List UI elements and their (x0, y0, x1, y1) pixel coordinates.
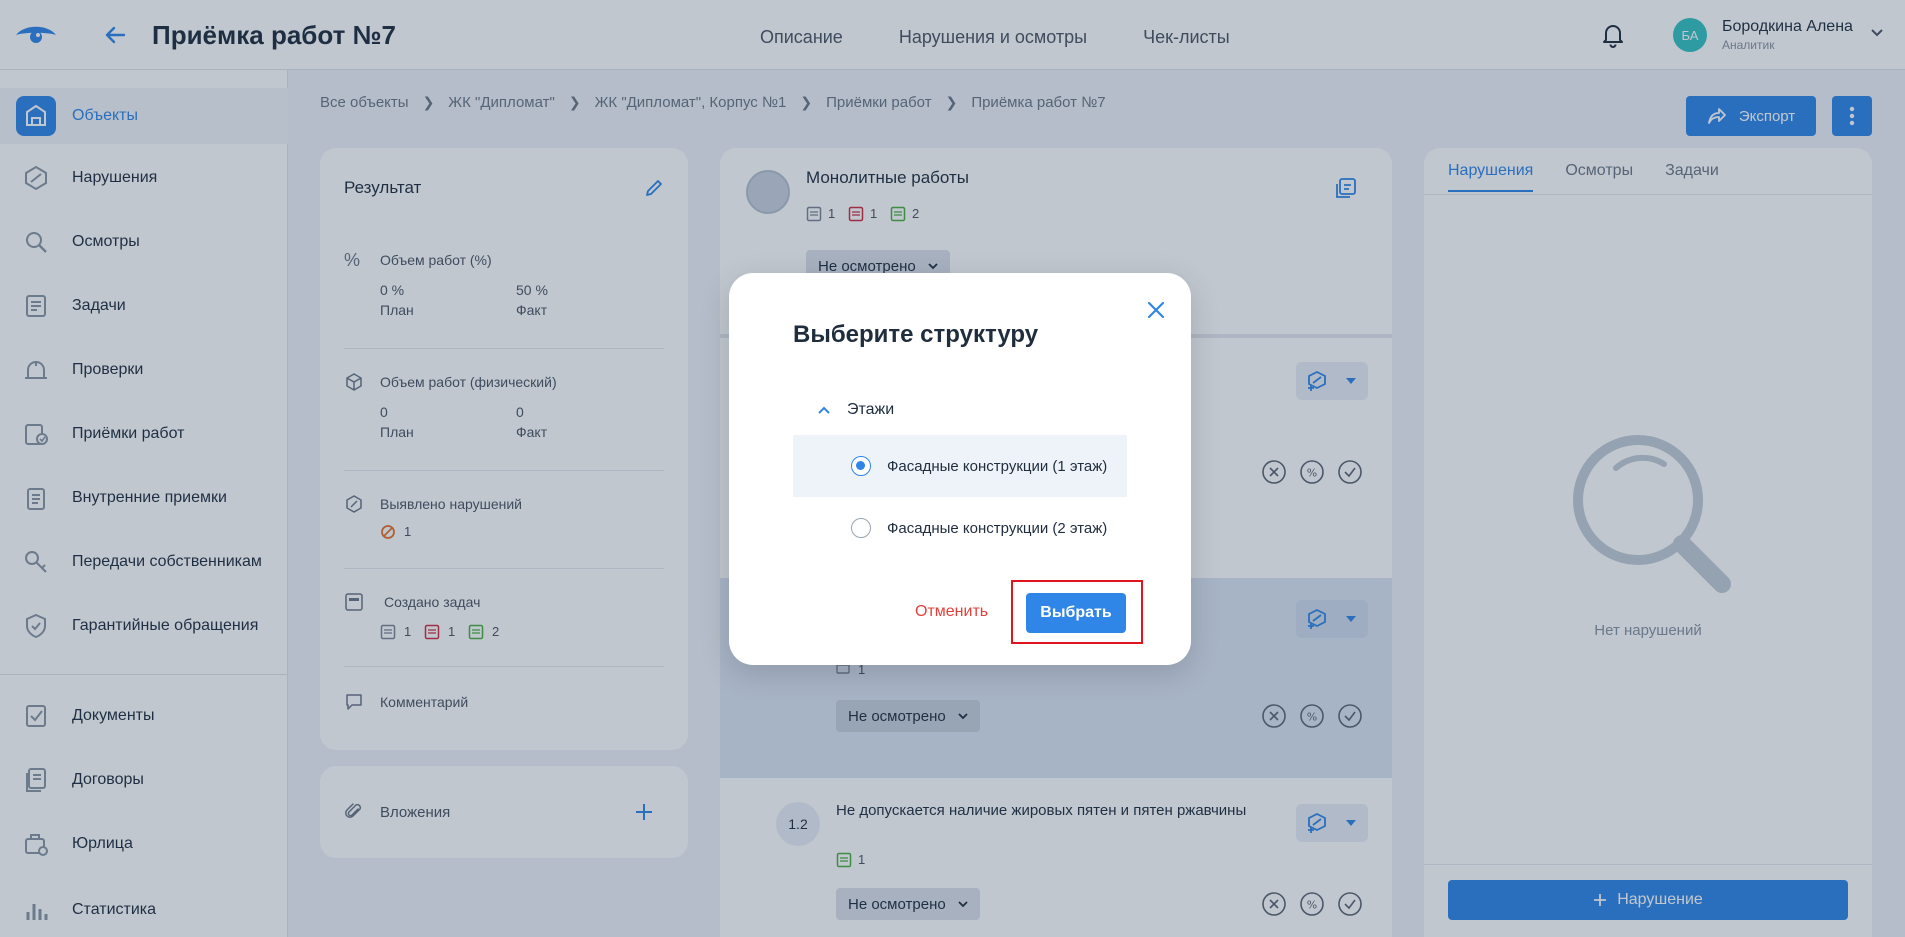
option-label: Фасадные конструкции (1 этаж) (887, 457, 1108, 475)
close-icon[interactable] (1143, 297, 1169, 323)
cancel-button[interactable]: Отменить (915, 603, 988, 621)
radio-unselected[interactable] (851, 518, 871, 538)
dialog-title: Выберите структуру (793, 321, 1039, 348)
highlight-frame (1011, 580, 1143, 644)
option-label: Фасадные конструкции (2 этаж) (887, 519, 1108, 537)
group-floors[interactable]: Этажи (817, 401, 894, 419)
option-floor-1[interactable]: Фасадные конструкции (1 этаж) (793, 435, 1127, 497)
group-label: Этажи (847, 401, 895, 418)
chevron-up-icon (818, 406, 830, 414)
option-floor-2[interactable]: Фасадные конструкции (2 этаж) (793, 497, 1127, 559)
radio-selected[interactable] (851, 456, 871, 476)
